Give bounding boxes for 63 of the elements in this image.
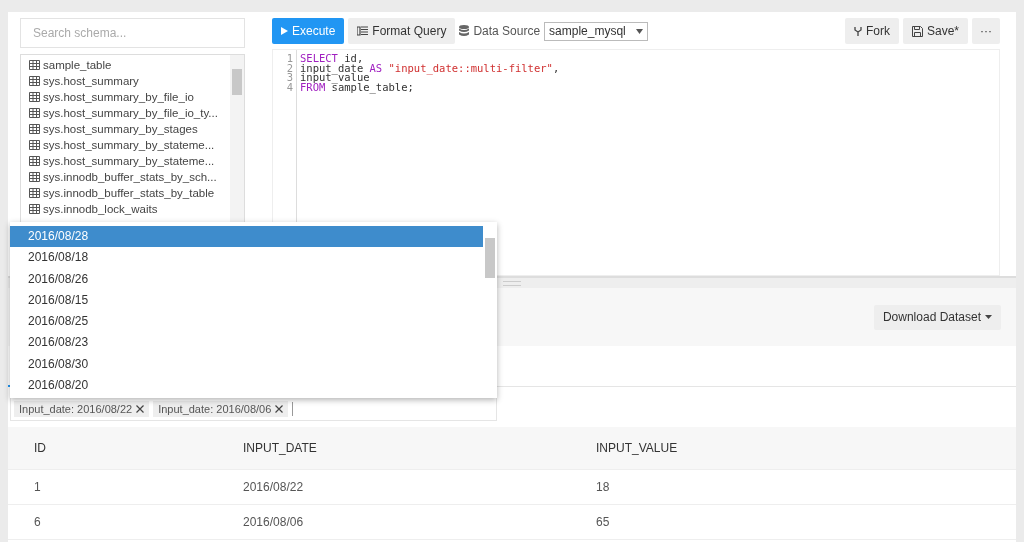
line-number: 2 bbox=[285, 63, 293, 73]
dropdown-option[interactable]: 2016/08/15 bbox=[10, 289, 483, 312]
code-line: input_date AS "input_date::multi-filter", bbox=[300, 63, 560, 73]
table-item[interactable]: sys.innodb_lock_waits bbox=[29, 201, 230, 217]
table-icon bbox=[29, 76, 40, 86]
table-icon bbox=[29, 172, 40, 182]
line-number: 3 bbox=[285, 73, 293, 83]
table-icon bbox=[29, 204, 40, 214]
save-button[interactable]: Save* bbox=[902, 18, 968, 44]
table-item[interactable]: sys.innodb_buffer_stats_by_table bbox=[29, 185, 230, 201]
code-line: FROM sample_table; bbox=[300, 82, 415, 92]
table-item[interactable]: sys.host_summary_by_file_io_ty... bbox=[29, 105, 230, 121]
dropdown-option[interactable]: 2016/08/23 bbox=[10, 332, 483, 354]
table-cell-text: 2016/08/22 bbox=[242, 480, 305, 494]
table-item[interactable]: sys.host_summary bbox=[29, 73, 230, 89]
code-line: SELECT id, bbox=[300, 54, 365, 64]
close-icon[interactable] bbox=[136, 405, 145, 413]
play-icon bbox=[281, 27, 288, 35]
table-cell-text: 6 bbox=[33, 515, 42, 529]
caret-icon bbox=[985, 315, 992, 319]
format-icon bbox=[357, 26, 369, 36]
table-icon bbox=[29, 108, 40, 118]
table-cell-text: 1 bbox=[33, 480, 42, 494]
line-number: 4 bbox=[285, 82, 293, 92]
table-cell-text: 65 bbox=[595, 515, 611, 529]
database-icon bbox=[459, 25, 470, 37]
table-item[interactable]: sys.host_summary_by_stateme... bbox=[29, 153, 230, 169]
code-line: input_value bbox=[300, 73, 370, 83]
table-item[interactable]: sys.host_summary_by_stages bbox=[29, 121, 230, 137]
table-icon bbox=[29, 188, 40, 198]
filter-tag: Input_date: 2016/08/06 bbox=[153, 401, 289, 417]
dropdown-option[interactable]: 2016/08/30 bbox=[10, 353, 483, 376]
table-icon bbox=[29, 140, 40, 150]
dropdown-option[interactable]: 2016/08/25 bbox=[10, 311, 483, 333]
filter-tag: Input_date: 2016/08/22 bbox=[14, 401, 150, 417]
fork-icon bbox=[853, 26, 862, 36]
dropdown-option[interactable]: 2016/08/20 bbox=[10, 375, 483, 397]
table-item[interactable]: sys.host_summary_by_stateme... bbox=[29, 137, 230, 153]
dropdown-option[interactable]: 2016/08/28 bbox=[10, 226, 483, 248]
line-number: 1 bbox=[285, 54, 293, 64]
table-item[interactable]: sample_table bbox=[29, 57, 230, 73]
table-cell-text: 2016/08/06 bbox=[242, 515, 305, 529]
format-query-button[interactable]: Format Query bbox=[348, 18, 456, 44]
table-cell-text: 18 bbox=[595, 480, 611, 494]
more-button[interactable]: ··· bbox=[972, 18, 1000, 44]
download-dataset-button[interactable]: Download Dataset bbox=[873, 304, 1001, 330]
column-header[interactable]: INPUT_DATE bbox=[217, 441, 570, 455]
splitter-handle[interactable] bbox=[503, 280, 521, 286]
table-item[interactable]: sys.host_summary_by_file_io bbox=[29, 89, 230, 105]
table-icon bbox=[29, 156, 40, 166]
close-icon[interactable] bbox=[275, 405, 284, 413]
fork-button[interactable]: Fork bbox=[844, 18, 899, 44]
column-header[interactable]: INPUT_VALUE bbox=[570, 441, 1016, 455]
table-icon bbox=[29, 124, 40, 134]
data-source-label: Data Source bbox=[473, 24, 541, 38]
column-header[interactable]: ID bbox=[8, 441, 217, 455]
search-field[interactable]: Search schema... bbox=[20, 18, 245, 48]
table-icon bbox=[29, 92, 40, 102]
table-item[interactable]: sys.innodb_buffer_stats_by_sch... bbox=[29, 169, 230, 185]
caret-icon bbox=[636, 28, 644, 34]
table-icon bbox=[29, 60, 40, 70]
data-source-value: sample_mysql bbox=[549, 24, 626, 38]
data-source-select[interactable]: sample_mysql bbox=[544, 21, 649, 41]
